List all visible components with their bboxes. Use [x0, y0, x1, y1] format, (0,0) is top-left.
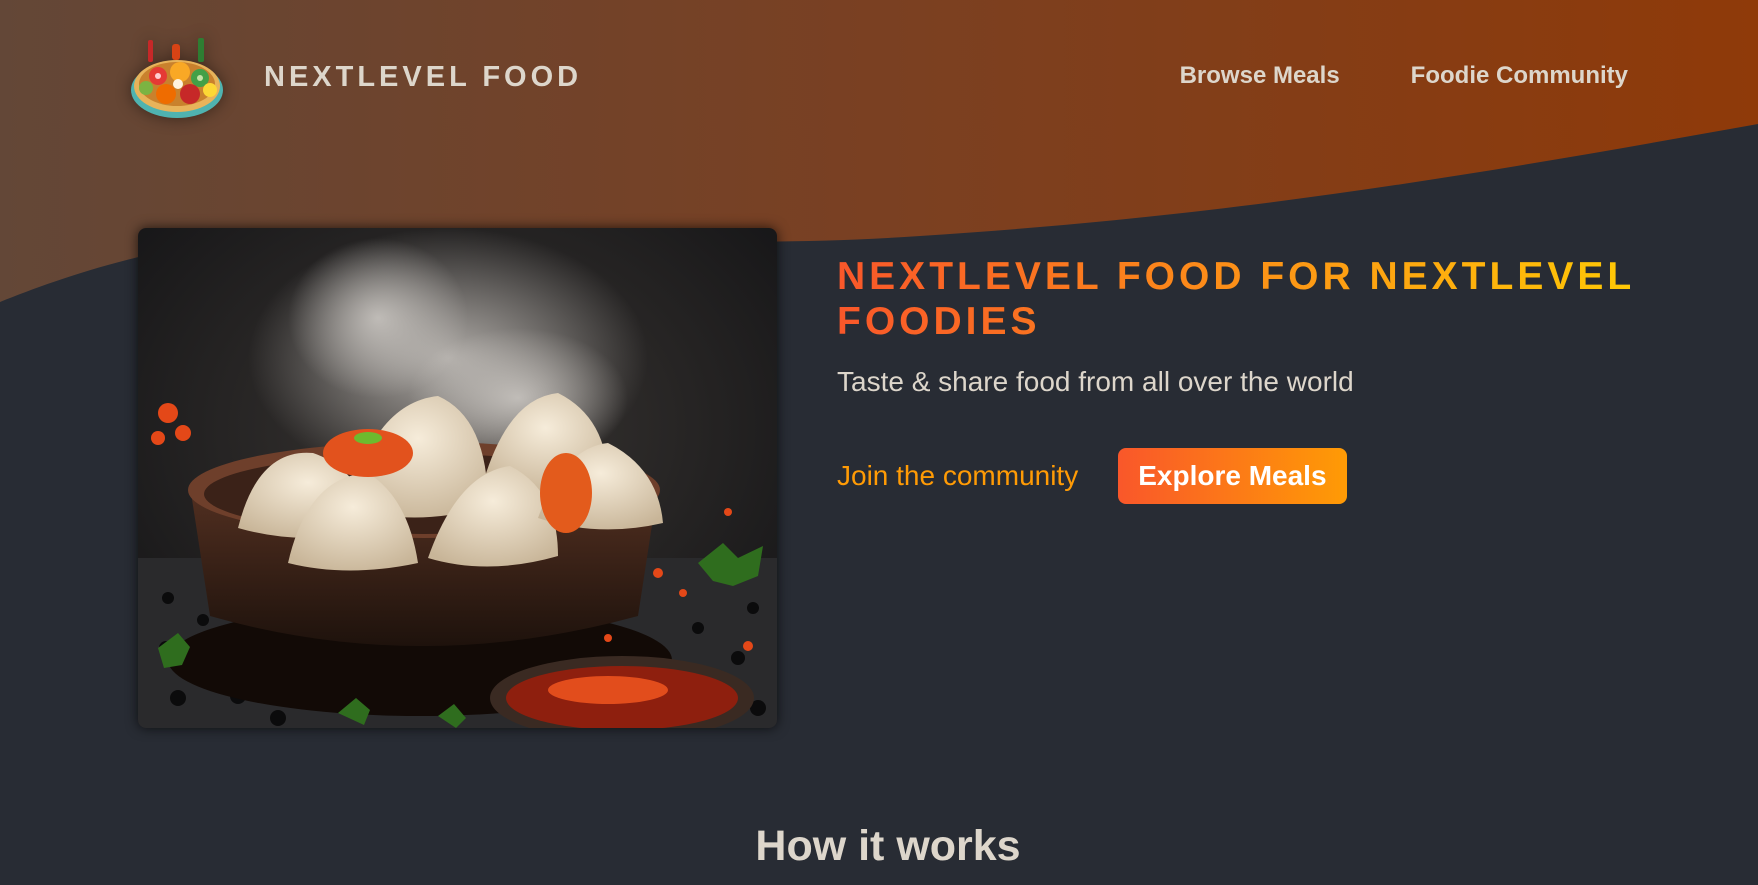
hero-subtitle: Taste & share food from all over the wor… — [837, 366, 1354, 397]
home-logo-link[interactable]: NEXTLEVEL FOOD — [128, 32, 582, 122]
nav-link-browse-meals[interactable]: Browse Meals — [1180, 62, 1340, 90]
explore-meals-button[interactable]: Explore Meals — [1118, 448, 1347, 504]
hero-image-dumplings — [138, 228, 777, 728]
page: NEXTLEVEL FOOD Browse Meals Foodie Commu… — [0, 0, 1758, 885]
site-name: NEXTLEVEL FOOD — [264, 60, 583, 93]
how-it-works-heading: How it works — [755, 822, 1021, 870]
site-header: NEXTLEVEL FOOD Browse Meals Foodie Commu… — [0, 0, 1758, 160]
main-nav: Browse Meals Foodie Community — [1109, 62, 1628, 90]
hero-cta: Join the community Explore Meals — [837, 448, 1637, 504]
food-platter-logo-icon — [131, 38, 223, 118]
hero-text: NEXTLEVEL FOOD FOR NEXTLEVEL FOODIES Tas… — [837, 254, 1637, 504]
join-community-link[interactable]: Join the community — [837, 460, 1078, 492]
nav-link-foodie-community[interactable]: Foodie Community — [1411, 62, 1628, 90]
hero-title: NEXTLEVEL FOOD FOR NEXTLEVEL FOODIES — [837, 255, 1636, 343]
